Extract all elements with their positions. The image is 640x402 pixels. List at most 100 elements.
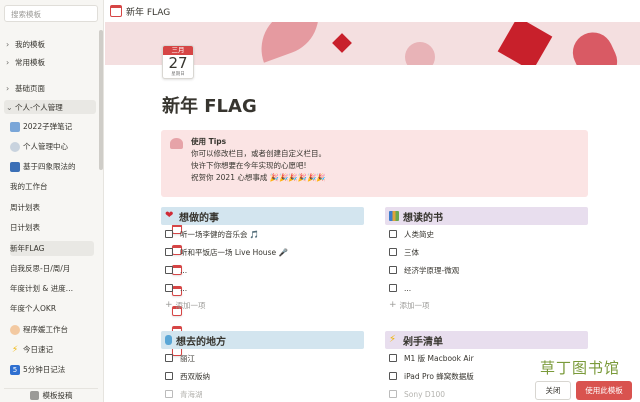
- checkbox[interactable]: [165, 354, 173, 362]
- cover-shape: [405, 42, 435, 65]
- sidebar-item-quadrant[interactable]: 基于四象限法的: [10, 159, 94, 174]
- list-item-label: 听一场李健的音乐会 🎵: [180, 229, 260, 239]
- bottle-icon: [165, 335, 172, 345]
- heart-icon: ❤: [165, 210, 174, 221]
- calendar-icon: [110, 5, 122, 17]
- sidebar-item-five-minute-journal[interactable]: 5 5分钟日记法: [10, 362, 94, 377]
- grid-icon: [10, 161, 20, 172]
- books-icon: [389, 211, 399, 221]
- list-item-label: ...: [180, 283, 188, 293]
- checkbox[interactable]: [389, 266, 397, 274]
- list-item[interactable]: 听和平饭店一场 Live House 🎤: [161, 243, 364, 261]
- sidebar-group-label: 我的模板: [15, 39, 45, 49]
- sidebar-item-label: 年度计划 & 进度…: [10, 284, 74, 293]
- checkbox[interactable]: [389, 230, 397, 238]
- sidebar-item-label: 自我反思-日/周/月: [10, 264, 71, 273]
- image-icon: [10, 121, 20, 132]
- add-item-button[interactable]: + 添加一项: [161, 297, 364, 313]
- section-header: ❤ 想做的事: [161, 207, 364, 225]
- checkbox[interactable]: [165, 266, 173, 274]
- callout-line: 你可以修改栏目，或者创建自定义栏目。: [191, 149, 326, 158]
- sidebar-item-label: 新年FLAG: [10, 244, 45, 253]
- sidebar-item-programmer-workbench[interactable]: 程序媛工作台: [10, 322, 94, 337]
- umbrella-icon: [170, 138, 183, 149]
- checkbox[interactable]: [389, 372, 397, 380]
- checkbox[interactable]: [165, 372, 173, 380]
- add-item-label: 添加一项: [399, 300, 430, 310]
- list-item-label: 人类简史: [404, 229, 434, 239]
- sidebar-item-label: 2022子弹笔记: [23, 122, 73, 131]
- section-places: 想去的地方 丽江 西双版纳 青海湖: [161, 331, 364, 402]
- section-todo: ❤ 想做的事 听一场李健的音乐会 🎵 听和平饭店一场 Live House 🎤 …: [161, 207, 364, 313]
- list-item-label: Sony D100: [404, 389, 446, 399]
- sidebar-group-label: 个人-个人管理: [15, 102, 63, 112]
- list-item-label: 青海湖: [180, 389, 203, 399]
- list-item[interactable]: 听一场李健的音乐会 🎵: [161, 225, 364, 243]
- checkbox[interactable]: [165, 248, 173, 256]
- bolt-icon: ⚡: [389, 334, 397, 345]
- sidebar-scrollbar[interactable]: [99, 30, 103, 170]
- sidebar-item-bullet-journal[interactable]: 2022子弹笔记: [10, 119, 94, 134]
- sidebar-item-okr[interactable]: 年度个人OKR: [10, 301, 182, 356]
- checkbox[interactable]: [389, 354, 397, 362]
- title-bar: 新年 FLAG: [105, 0, 640, 22]
- checkbox[interactable]: [389, 390, 397, 398]
- list-item[interactable]: 西双版纳: [161, 367, 364, 385]
- add-item-button[interactable]: + 添加一项: [385, 297, 588, 313]
- checkbox[interactable]: [165, 390, 173, 398]
- list-item[interactable]: ...: [161, 261, 364, 279]
- callout-line: 快许下你想要在今年实现的心愿吧!: [191, 161, 307, 170]
- sidebar-item-quick-notes[interactable]: ⚡ 今日速记: [10, 342, 94, 357]
- sidebar-item-label: 程序媛工作台: [23, 325, 68, 334]
- submit-template-button[interactable]: 模板投稿: [4, 388, 98, 402]
- close-button[interactable]: 关闭: [535, 381, 571, 400]
- app-window: 搜索模板 › 我的模板 › 常用模板 › 基础页面 ⌄ 个人-个人管理 2022…: [0, 0, 640, 402]
- list-item[interactable]: 经济学原理-微观: [385, 261, 588, 279]
- sidebar-item-reflection[interactable]: 自我反思-日/周/月: [10, 261, 182, 316]
- list-item-label: 西双版纳: [180, 371, 210, 381]
- section-header: 想读的书: [385, 207, 588, 225]
- sidebar-item-annual-plan[interactable]: 年度计划 & 进度…: [10, 281, 182, 336]
- sidebar-group-common-templates[interactable]: › 常用模板: [4, 55, 96, 69]
- section-header: ⚡ 剁手清单: [385, 331, 588, 349]
- sidebar-item-label: 个人管理中心: [23, 142, 68, 151]
- list-item[interactable]: 人类简史: [385, 225, 588, 243]
- list-item[interactable]: ...: [385, 279, 588, 297]
- calendar-day: 27: [168, 54, 188, 72]
- list-item-label: 听和平饭店一场 Live House 🎤: [180, 247, 288, 257]
- sidebar-group-personal-management[interactable]: ⌄ 个人-个人管理: [4, 100, 96, 114]
- search-input[interactable]: 搜索模板: [4, 5, 98, 22]
- section-title: 剁手清单: [403, 336, 443, 348]
- callout-line: 祝贺你 2021 心想事成 🎉🎉🎉🎉🎉🎉: [191, 173, 326, 182]
- sidebar-item-new-year-flag[interactable]: 新年FLAG: [10, 241, 182, 296]
- sidebar-item-weekly-plan[interactable]: 周计划表: [10, 200, 182, 255]
- face-icon: [10, 324, 20, 335]
- chevron-right-icon: ›: [6, 57, 10, 67]
- list-item[interactable]: 三体: [385, 243, 588, 261]
- sidebar-item-daily-plan[interactable]: 日计划表: [10, 220, 182, 275]
- list-item-label: ...: [404, 283, 412, 293]
- sidebar-group-label: 常用模板: [15, 57, 45, 67]
- sidebar-item-personal-center[interactable]: 个人管理中心: [10, 139, 94, 154]
- checkbox[interactable]: [389, 284, 397, 292]
- use-template-button[interactable]: 使用此模板: [576, 381, 632, 400]
- checkbox[interactable]: [165, 230, 173, 238]
- tips-callout: 使用 Tips 你可以修改栏目，或者创建自定义栏目。 快许下你想要在今年实现的心…: [161, 130, 588, 197]
- cover-shape: [250, 22, 330, 63]
- plus-icon: +: [389, 300, 397, 310]
- list-item-label: iPad Pro 蜂窝数据版: [404, 371, 474, 381]
- sidebar-group-basic-pages[interactable]: › 基础页面: [4, 81, 96, 95]
- bolt-icon: ⚡: [11, 344, 19, 355]
- sidebar-group-label: 基础页面: [15, 83, 45, 93]
- sidebar-group-my-templates[interactable]: › 我的模板: [4, 37, 96, 51]
- checkbox[interactable]: [389, 248, 397, 256]
- sidebar-item-workbench[interactable]: 我的工作台: [10, 179, 182, 234]
- sidebar: 搜索模板 › 我的模板 › 常用模板 › 基础页面 ⌄ 个人-个人管理 2022…: [0, 0, 182, 402]
- list-item[interactable]: 丽江: [161, 349, 364, 367]
- checkbox[interactable]: [165, 284, 173, 292]
- list-item[interactable]: ...: [161, 279, 364, 297]
- list-item-label: 三体: [404, 247, 419, 257]
- list-item[interactable]: 青海湖: [161, 385, 364, 402]
- cloud-icon: [10, 141, 20, 152]
- chevron-down-icon: ⌄: [6, 102, 13, 112]
